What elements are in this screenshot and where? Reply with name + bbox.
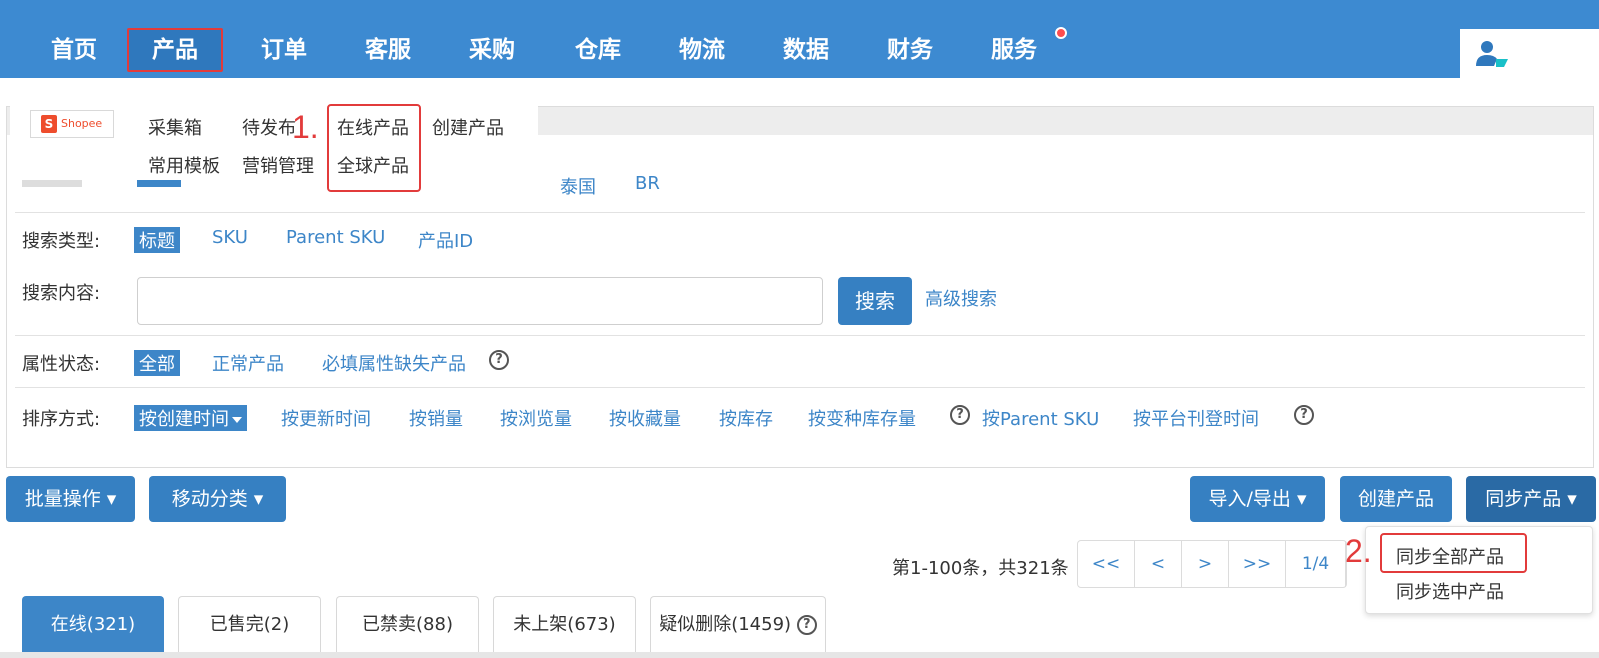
nav-warehouse[interactable]: 仓库 bbox=[568, 28, 628, 72]
submenu-pending-publish[interactable]: 待发布 bbox=[242, 114, 296, 140]
page-next[interactable]: > bbox=[1182, 541, 1229, 587]
tab-suspected-deleted[interactable]: 疑似删除(1459) ? bbox=[650, 596, 826, 658]
sort-by-updated[interactable]: 按更新时间 bbox=[281, 405, 371, 431]
sort-by-favorites[interactable]: 按收藏量 bbox=[609, 405, 681, 431]
top-nav: 首页 产品 订单 客服 采购 仓库 物流 数据 财务 服务 bbox=[0, 0, 1599, 78]
search-type-title[interactable]: 标题 bbox=[134, 227, 180, 253]
attr-status-all[interactable]: 全部 bbox=[134, 350, 180, 376]
sort-by-variant-stock[interactable]: 按变种库存量 bbox=[808, 405, 916, 431]
nav-data[interactable]: 数据 bbox=[776, 28, 836, 72]
annotation-step-1: 1. bbox=[292, 109, 319, 145]
search-type-parent-sku[interactable]: Parent SKU bbox=[286, 227, 385, 248]
pagination: << < > >> 1/4 bbox=[1077, 540, 1347, 588]
nav-home[interactable]: 首页 bbox=[44, 28, 104, 72]
nav-logistics[interactable]: 物流 bbox=[672, 28, 732, 72]
attr-status-missing[interactable]: 必填属性缺失产品 bbox=[322, 350, 466, 376]
sort-by-created[interactable]: 按创建时间 bbox=[134, 405, 247, 431]
move-category-button[interactable]: 移动分类 ▾ bbox=[149, 476, 286, 522]
import-export-label: 导入/导出 bbox=[1208, 488, 1291, 510]
submenu-collect-box[interactable]: 采集箱 bbox=[148, 114, 202, 140]
sort-by-parent-sku[interactable]: 按Parent SKU bbox=[982, 405, 1099, 431]
sort-label: 排序方式: bbox=[22, 409, 101, 430]
help-icon[interactable]: ? bbox=[950, 405, 970, 425]
sort-by-listing-time[interactable]: 按平台刊登时间 bbox=[1133, 405, 1259, 431]
tab-unlisted[interactable]: 未上架(673) bbox=[493, 596, 636, 658]
divider bbox=[15, 387, 1585, 388]
page-indicator[interactable]: 1/4 bbox=[1286, 541, 1346, 587]
nav-orders[interactable]: 订单 bbox=[254, 28, 314, 72]
user-icon bbox=[1476, 41, 1508, 67]
tab-banned[interactable]: 已禁卖(88) bbox=[336, 596, 479, 658]
tab-online[interactable]: 在线(321) bbox=[22, 596, 164, 658]
site-option-th[interactable]: 泰国 bbox=[560, 173, 596, 199]
create-product-button[interactable]: 创建产品 bbox=[1340, 476, 1452, 522]
page-last[interactable]: >> bbox=[1229, 541, 1286, 587]
divider bbox=[15, 212, 1585, 213]
sync-products-button[interactable]: 同步产品 ▾ bbox=[1466, 476, 1596, 522]
nav-customer-service[interactable]: 客服 bbox=[358, 28, 418, 72]
search-type-label: 搜索类型: bbox=[22, 231, 101, 252]
search-content-label: 搜索内容: bbox=[22, 283, 101, 304]
advanced-search-link[interactable]: 高级搜索 bbox=[925, 285, 997, 311]
divider bbox=[15, 335, 1585, 336]
attr-status-label: 属性状态: bbox=[22, 354, 101, 375]
page-prev[interactable]: < bbox=[1135, 541, 1182, 587]
annotation-box-1 bbox=[327, 104, 421, 192]
site-option-br[interactable]: BR bbox=[635, 173, 660, 194]
search-input[interactable] bbox=[137, 277, 823, 325]
nav-finance[interactable]: 财务 bbox=[880, 28, 940, 72]
product-submenu: S Shopee 采集箱 待发布 在线产品 创建产品 常用模板 营销管理 全球产… bbox=[10, 102, 538, 180]
annotation-box-2 bbox=[1380, 533, 1527, 573]
help-icon[interactable]: ? bbox=[489, 350, 509, 370]
annotation-step-2: 2. bbox=[1345, 533, 1372, 569]
sort-by-created-label: 按创建时间 bbox=[139, 409, 229, 430]
help-icon[interactable]: ? bbox=[796, 615, 817, 635]
search-button[interactable]: 搜索 bbox=[838, 277, 912, 325]
import-export-button[interactable]: 导入/导出 ▾ bbox=[1190, 476, 1325, 522]
user-box[interactable] bbox=[1460, 29, 1599, 78]
result-count: 第1-100条，共321条 bbox=[892, 558, 1069, 579]
shopee-bag-icon: S bbox=[41, 115, 57, 133]
submenu-create-product[interactable]: 创建产品 bbox=[432, 114, 504, 140]
nav-service[interactable]: 服务 bbox=[984, 28, 1044, 72]
batch-actions-button[interactable]: 批量操作 ▾ bbox=[6, 476, 135, 522]
attr-status-normal[interactable]: 正常产品 bbox=[212, 350, 284, 376]
page-first[interactable]: << bbox=[1078, 541, 1135, 587]
nav-purchase[interactable]: 采购 bbox=[462, 28, 522, 72]
sync-selected-products[interactable]: 同步选中产品 bbox=[1396, 578, 1504, 604]
sort-by-sales[interactable]: 按销量 bbox=[409, 405, 463, 431]
shopee-logo[interactable]: S Shopee bbox=[30, 110, 114, 138]
tab-bottom-border bbox=[0, 652, 1599, 658]
help-icon[interactable]: ? bbox=[1294, 405, 1314, 425]
sync-products-label: 同步产品 bbox=[1485, 488, 1562, 510]
caret-down-icon bbox=[232, 417, 242, 423]
move-category-label: 移动分类 bbox=[171, 488, 248, 510]
search-type-sku[interactable]: SKU bbox=[212, 227, 248, 248]
tab-suspected-deleted-label: 疑似删除(1459) bbox=[659, 614, 792, 635]
sort-by-stock[interactable]: 按库存 bbox=[719, 405, 773, 431]
sort-by-views[interactable]: 按浏览量 bbox=[500, 405, 572, 431]
search-type-product-id[interactable]: 产品ID bbox=[418, 227, 473, 253]
nav-product[interactable]: 产品 bbox=[127, 28, 223, 72]
batch-actions-label: 批量操作 bbox=[24, 488, 101, 510]
shopee-logo-text: Shopee bbox=[61, 117, 103, 130]
notification-dot bbox=[1055, 27, 1067, 39]
submenu-marketing[interactable]: 营销管理 bbox=[242, 152, 314, 178]
submenu-templates[interactable]: 常用模板 bbox=[148, 152, 220, 178]
tab-sold-out[interactable]: 已售完(2) bbox=[178, 596, 321, 658]
